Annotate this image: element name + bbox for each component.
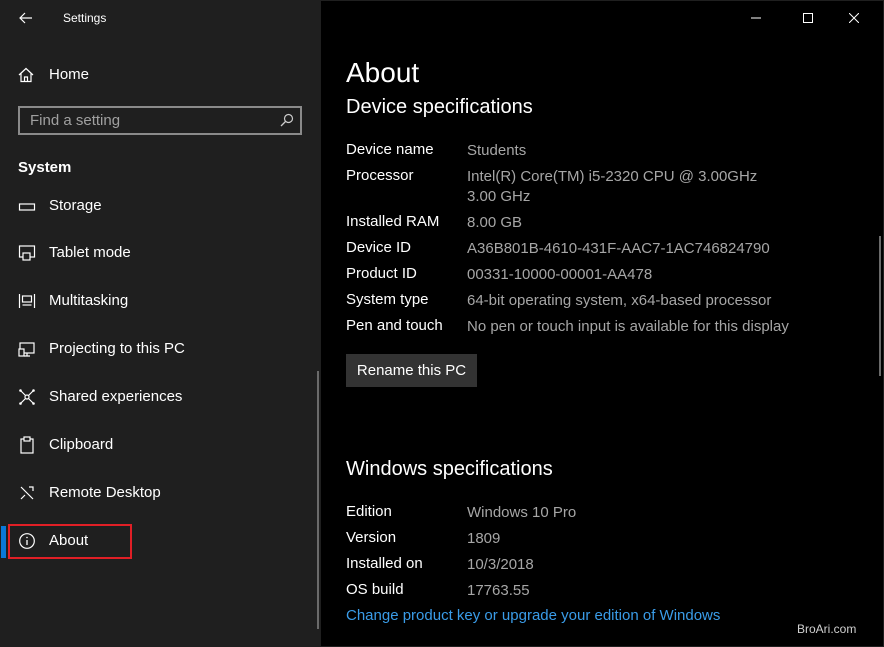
sidebar-item-multitasking[interactable]: Multitasking [1, 281, 317, 321]
sidebar-item-storage[interactable]: Storage [1, 193, 317, 219]
selection-indicator [1, 526, 6, 558]
spec-value: No pen or touch input is available for t… [467, 318, 789, 335]
sidebar-item-label: Shared experiences [49, 388, 183, 405]
sidebar-item-label: Projecting to this PC [49, 340, 185, 357]
spec-key: Edition [346, 503, 392, 520]
settings-window: Settings Home System Storage [0, 0, 884, 647]
sidebar-item-label: Storage [49, 197, 102, 214]
storage-icon [18, 203, 36, 211]
minimize-icon [751, 17, 761, 19]
search-input[interactable] [20, 108, 280, 133]
spec-key: Version [346, 529, 397, 546]
sidebar-item-shared-experiences[interactable]: Shared experiences [1, 377, 317, 417]
window-controls [733, 1, 883, 35]
spec-value: 10/3/2018 [467, 556, 534, 573]
spec-value: Intel(R) Core(TM) i5-2320 CPU @ 3.00GHz … [467, 168, 770, 205]
watermark: BroAri.com [797, 622, 857, 636]
title-bar: Settings [1, 1, 321, 35]
spec-value: 00331-10000-00001-AA478 [467, 266, 653, 283]
spec-value: 1809 [467, 530, 501, 547]
main-scrollbar[interactable] [879, 236, 881, 376]
home-nav-item[interactable]: Home [1, 57, 321, 93]
search-icon[interactable] [280, 113, 294, 127]
sidebar: Settings Home System Storage [1, 1, 321, 646]
page-title: About [346, 57, 420, 88]
change-product-key-link[interactable]: Change product key or upgrade your editi… [346, 607, 720, 624]
sidebar-item-tablet-mode[interactable]: Tablet mode [1, 233, 317, 273]
spec-key: Product ID [346, 265, 417, 282]
spec-value: 8.00 GB [467, 214, 523, 231]
clipboard-icon [20, 436, 34, 454]
spec-key: Installed on [346, 555, 423, 572]
spec-value: Windows 10 Pro [467, 504, 577, 521]
search-box [18, 106, 302, 135]
maximize-button[interactable] [785, 1, 831, 35]
spec-key: OS build [346, 581, 404, 598]
spec-key: System type [346, 291, 429, 308]
close-icon [849, 13, 859, 23]
sidebar-item-label: Tablet mode [49, 244, 131, 261]
spec-value: Students [467, 142, 527, 159]
section-title: System [18, 159, 72, 176]
sidebar-item-projecting[interactable]: Projecting to this PC [1, 329, 317, 369]
multitasking-icon [18, 294, 36, 308]
back-arrow-icon [19, 12, 32, 24]
spec-key: Pen and touch [346, 317, 443, 334]
projecting-icon [18, 342, 35, 357]
tablet-mode-icon [18, 245, 36, 261]
home-icon [18, 67, 34, 83]
home-label: Home [49, 66, 90, 83]
spec-key: Processor [346, 167, 414, 184]
sidebar-item-label: Multitasking [49, 292, 129, 309]
sidebar-item-remote-desktop[interactable]: Remote Desktop [1, 473, 317, 513]
main-content: About Device specifications Device name … [321, 1, 883, 646]
device-specifications-heading: Device specifications [346, 96, 533, 118]
back-button[interactable] [13, 6, 39, 30]
app-title: Settings [63, 11, 107, 25]
spec-value: 17763.55 [467, 582, 530, 599]
sidebar-item-label: Remote Desktop [49, 484, 161, 501]
minimize-button[interactable] [733, 1, 779, 35]
spec-value: A36B801B-4610-431F-AAC7-1AC746824790 [467, 240, 770, 257]
remote-desktop-icon [20, 486, 34, 500]
maximize-icon [803, 13, 813, 23]
rename-pc-button[interactable]: Rename this PC [346, 354, 477, 387]
spec-key: Device ID [346, 239, 412, 256]
spec-key: Device name [346, 141, 434, 158]
spec-value: 64-bit operating system, x64-based proce… [467, 292, 772, 309]
shared-experiences-icon [19, 389, 35, 405]
windows-specifications-heading: Windows specifications [346, 458, 553, 480]
sidebar-scrollbar[interactable] [317, 371, 319, 629]
close-button[interactable] [831, 1, 877, 35]
sidebar-item-label: Clipboard [49, 436, 114, 453]
sidebar-item-clipboard[interactable]: Clipboard [1, 425, 317, 465]
spec-key: Installed RAM [346, 213, 440, 230]
annotation-highlight-box [8, 524, 132, 559]
